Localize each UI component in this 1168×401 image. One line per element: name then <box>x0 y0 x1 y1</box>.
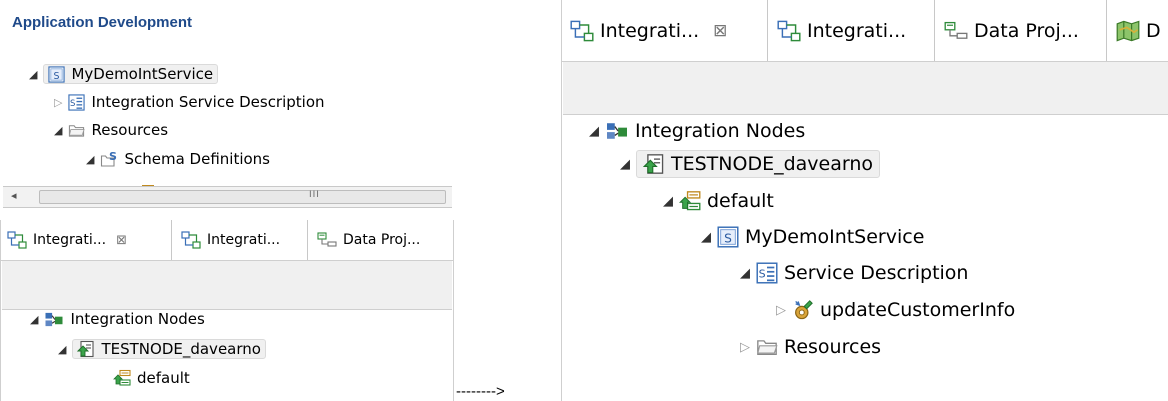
service-icon: S <box>717 226 739 248</box>
svg-text:S: S <box>70 98 75 108</box>
tab-data-project[interactable]: Data Proj... <box>936 0 1107 61</box>
service-description-icon: S <box>68 93 86 111</box>
svg-text:S: S <box>54 70 60 81</box>
scroll-left-arrow-icon[interactable]: ◂ <box>11 189 17 202</box>
integration-explorer-panel-large: Integrati... ⊠ Integrati... Data Proj...… <box>561 0 1168 401</box>
tab-integration-explorer-active[interactable]: Integrati... ⊠ <box>562 0 768 61</box>
expand-open-icon[interactable]: ◢ <box>30 313 38 326</box>
integration-server-icon <box>679 190 701 212</box>
svg-text:S: S <box>724 232 732 246</box>
expand-open-icon[interactable]: ◢ <box>740 266 750 281</box>
integration-explorer-icon <box>777 20 801 42</box>
tree-item-label: default <box>137 369 190 387</box>
tree-item-mydemointservice[interactable]: ◢ S MyDemoIntService <box>701 223 924 251</box>
integration-explorer-panel-small: Integrati... ⊠ Integrati... Data Proj...… <box>0 220 454 401</box>
tab-label: Data Proj... <box>343 232 421 248</box>
tab-map[interactable]: D <box>1108 0 1168 61</box>
expand-open-icon[interactable]: ◢ <box>29 68 37 81</box>
tab-integration-explorer[interactable]: Integrati... <box>173 220 308 260</box>
expand-closed-icon[interactable]: ▷ <box>776 303 786 318</box>
scrollbar-thumb[interactable] <box>39 190 446 204</box>
expand-open-icon[interactable]: ◢ <box>58 343 66 356</box>
tree-item-label: updateCustomerInfo <box>820 299 1016 321</box>
tree-item-label: Schema Definitions <box>124 150 270 168</box>
service-description-icon: S <box>756 262 778 284</box>
tree-item-label: TESTNODE_davearno <box>101 340 261 358</box>
tree-item-resources[interactable]: ◢ Resources <box>54 118 168 142</box>
tree-item-testnode[interactable]: ◢ TESTNODE_davearno <box>58 336 266 362</box>
service-icon: S <box>48 65 66 83</box>
expand-open-icon[interactable]: ◢ <box>589 124 599 139</box>
expand-open-icon[interactable]: ◢ <box>86 153 94 166</box>
tree-item-label: Resources <box>91 121 169 139</box>
tab-bar: Integrati... ⊠ Integrati... Data Proj...… <box>562 0 1168 62</box>
expand-open-icon[interactable]: ◢ <box>663 194 673 209</box>
tree-item-integration-nodes[interactable]: ◢ Integration Nodes <box>30 307 205 331</box>
transition-arrow-text: --------> <box>456 383 505 400</box>
tree-item-testnode[interactable]: ◢ TESTNODE_davearno <box>620 148 881 180</box>
tree-item-label: Service Description <box>784 262 969 284</box>
tree-item-label: default <box>707 190 774 212</box>
scrollbar-grip: III <box>309 190 320 200</box>
integration-nodes-icon <box>44 311 64 328</box>
view-toolbar <box>2 261 452 310</box>
panel-header: Application Development <box>12 14 193 31</box>
tab-integration-explorer-active[interactable]: Integrati... ⊠ <box>1 220 172 260</box>
tree-item-service-description[interactable]: ◢ S Service Description <box>740 259 968 287</box>
data-project-icon <box>944 20 968 42</box>
clipped-tree-row <box>142 176 182 186</box>
folder-icon <box>756 336 778 358</box>
tree-item-label: Integration Service Description <box>91 93 325 111</box>
tree-item-default[interactable]: default <box>113 366 190 390</box>
tree-item-resources[interactable]: ▷ Resources <box>740 333 881 361</box>
data-project-icon <box>317 231 337 249</box>
tree-item-updatecustomerinfo[interactable]: ▷ updateCustomerInfo <box>776 296 1015 324</box>
integration-server-icon <box>113 369 131 387</box>
close-tab-icon[interactable]: ⊠ <box>116 233 127 248</box>
integration-nodes-icon <box>605 121 629 141</box>
tree-item-label: MyDemoIntService <box>71 65 214 83</box>
tree-item-label: MyDemoIntService <box>745 226 925 248</box>
tab-label: D <box>1146 19 1161 42</box>
folder-icon <box>68 122 86 139</box>
tree-item-label: TESTNODE_davearno <box>671 153 874 175</box>
tab-label: Integrati... <box>207 232 281 248</box>
tab-label: Data Proj... <box>974 19 1079 42</box>
svg-text:S: S <box>110 150 118 163</box>
view-toolbar <box>563 62 1168 115</box>
svg-text:S: S <box>759 267 766 280</box>
integration-explorer-icon <box>570 20 594 42</box>
expand-open-icon[interactable]: ◢ <box>701 230 711 245</box>
tree-item-default[interactable]: ◢ default <box>663 187 774 215</box>
node-icon <box>77 340 95 358</box>
integration-explorer-icon <box>181 231 201 249</box>
tab-integration-explorer[interactable]: Integrati... <box>769 0 935 61</box>
tree-item-label: Resources <box>784 336 882 358</box>
operation-icon <box>792 299 814 321</box>
tree-item-mydemointservice[interactable]: ◢ S MyDemoIntService <box>29 62 219 86</box>
tab-bar: Integrati... ⊠ Integrati... Data Proj... <box>1 220 453 261</box>
expand-closed-icon[interactable]: ▷ <box>54 96 62 109</box>
tree-item-label: Integration Nodes <box>70 310 205 328</box>
tree-item-integration-service-description[interactable]: ▷ S Integration Service Description <box>54 90 325 114</box>
node-icon <box>643 153 665 175</box>
expand-closed-icon[interactable]: ▷ <box>740 340 750 355</box>
integration-explorer-icon <box>7 231 27 249</box>
tab-label: Integrati... <box>807 19 907 42</box>
application-development-panel: Application Development ◢ S MyDemoIntSer… <box>0 0 452 208</box>
schema-definitions-icon: S <box>100 150 118 168</box>
expand-open-icon[interactable]: ◢ <box>54 124 62 137</box>
map-icon <box>1116 20 1140 42</box>
tab-label: Integrati... <box>33 232 107 248</box>
tree-item-integration-nodes[interactable]: ◢ Integration Nodes <box>589 117 805 145</box>
close-tab-icon[interactable]: ⊠ <box>713 21 727 41</box>
tree-item-label: Integration Nodes <box>635 120 806 142</box>
tab-data-project[interactable]: Data Proj... <box>309 220 452 260</box>
tree-item-schema-definitions[interactable]: ◢ S Schema Definitions <box>86 147 270 171</box>
horizontal-scrollbar[interactable]: ◂ III <box>3 186 452 208</box>
tab-label: Integrati... <box>600 19 700 42</box>
expand-open-icon[interactable]: ◢ <box>620 157 630 172</box>
